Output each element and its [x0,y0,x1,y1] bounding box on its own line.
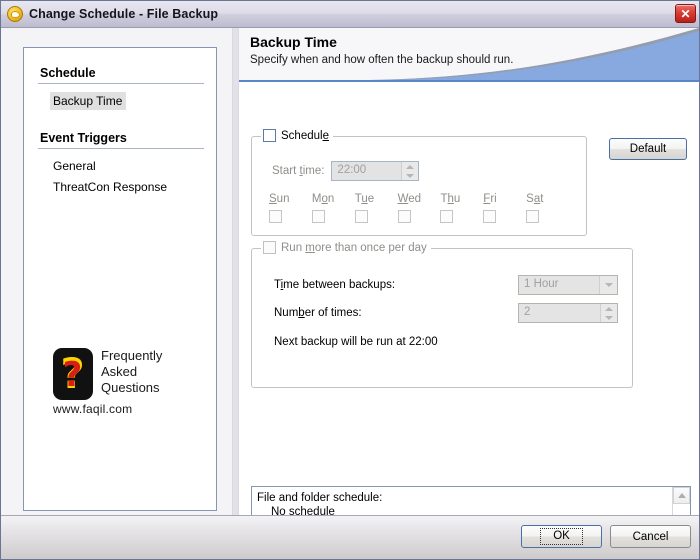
page-subtitle: Specify when and how often the backup sh… [250,54,513,66]
faq-line-1: Frequently [101,348,162,364]
faq-line-3: Questions [101,380,162,396]
right-pane: Backup Time Specify when and how often t… [239,28,699,515]
weekday-thu-checkbox[interactable] [440,210,453,223]
count-spin-down[interactable] [601,313,617,322]
weekday-thu-label: Thu [440,193,483,205]
weekday-thu: Thu [440,193,483,226]
navigation-panel: Schedule Backup Time Event Triggers Gene… [23,47,217,511]
nav-divider-2 [38,148,204,149]
nav-divider-1 [38,83,204,84]
weekday-fri: Fri [483,193,526,226]
change-schedule-dialog: Change Schedule - File Backup ✕ Schedule… [0,0,700,560]
app-hand-icon [7,6,23,22]
weekday-sat-checkbox[interactable] [526,210,539,223]
faq-wordmark: Frequently Asked Questions [101,348,162,396]
weekday-fri-checkbox[interactable] [483,210,496,223]
weekday-sat: Sat [526,193,569,226]
pane-splitter[interactable] [232,28,239,515]
close-icon[interactable]: ✕ [675,4,696,23]
sidebar-item-backup-time[interactable]: Backup Time [50,92,126,110]
weekday-wed: Wed [398,193,441,226]
dialog-footer: OK Cancel [1,515,699,559]
faq-logo[interactable]: ? ? Frequently Asked Questions www.faqil… [53,348,201,416]
start-time-value: 22:00 [332,162,401,180]
nav-heading-event-triggers: Event Triggers [24,131,216,148]
count-label: Number of times: [274,307,518,319]
sidebar-item-threatcon-response[interactable]: ThreatCon Response [50,178,171,196]
weekday-sun-checkbox[interactable] [269,210,282,223]
weekday-sat-label: Sat [526,193,569,205]
interval-label: Time between backups: [274,279,518,291]
repeat-enable-checkbox[interactable] [263,241,276,254]
title-bar: Change Schedule - File Backup ✕ [1,1,699,28]
dialog-body: Schedule Backup Time Event Triggers Gene… [1,28,699,515]
start-time-label: Start time: [272,165,324,177]
ok-button-label: OK [540,528,583,545]
weekday-tue: Tue [355,193,398,226]
schedule-group: Schedule Start time: 22:00 [251,136,587,236]
chevron-down-icon[interactable] [599,276,617,294]
schedule-group-legend: Schedule [261,129,333,142]
ok-button[interactable]: OK [521,525,602,548]
faq-url[interactable]: www.faqil.com [53,402,201,416]
faq-mark-inner: ? [60,356,85,396]
summary-line-1: File and folder schedule: [257,491,672,505]
left-pane: Schedule Backup Time Event Triggers Gene… [1,28,232,515]
count-row: Number of times: 2 [274,303,618,323]
weekday-wed-checkbox[interactable] [398,210,411,223]
weekday-tue-checkbox[interactable] [355,210,368,223]
weekday-mon-label: Mon [312,193,355,205]
question-mark-icon: ? ? [53,348,93,400]
start-time-row: Start time: 22:00 [272,161,419,181]
nav-heading-schedule: Schedule [24,66,216,83]
start-time-spin-buttons[interactable] [401,162,418,180]
count-value: 2 [519,304,600,322]
interval-value: 1 Hour [519,276,599,294]
page-banner: Backup Time Specify when and how often t… [239,28,699,82]
weekday-mon: Mon [312,193,355,226]
cancel-button-label: Cancel [633,531,669,543]
weekday-row: Sun Mon Tue Wed [269,193,569,226]
page-title: Backup Time [250,34,337,50]
count-spin-up[interactable] [601,304,617,313]
start-time-spin-up[interactable] [402,162,418,171]
interval-combobox[interactable]: 1 Hour [518,275,618,295]
start-time-spin-down[interactable] [402,171,418,180]
repeat-group-legend: Run more than once per day [261,241,431,254]
count-spin-buttons[interactable] [600,304,617,322]
default-button[interactable]: Default [609,138,687,160]
cancel-button[interactable]: Cancel [610,525,691,548]
weekday-mon-checkbox[interactable] [312,210,325,223]
repeat-group-legend-label: Run more than once per day [281,242,427,254]
next-run-text: Next backup will be run at 22:00 [274,336,438,348]
window-title: Change Schedule - File Backup [29,7,218,21]
sidebar-item-general[interactable]: General [50,157,100,175]
weekday-sun: Sun [269,193,312,226]
scroll-up-icon[interactable] [673,487,690,504]
weekday-sun-label: Sun [269,193,312,205]
schedule-group-legend-label: Schedule [281,130,329,142]
schedule-enable-checkbox[interactable] [263,129,276,142]
weekday-wed-label: Wed [398,193,441,205]
count-spinner[interactable]: 2 [518,303,618,323]
page-content: Default Schedule Start time: 22:00 [239,82,699,515]
interval-row: Time between backups: 1 Hour [274,275,618,295]
faq-line-2: Asked [101,364,162,380]
start-time-spinner[interactable]: 22:00 [331,161,419,181]
default-button-label: Default [630,143,666,155]
repeat-group: Run more than once per day Time between … [251,248,633,388]
weekday-tue-label: Tue [355,193,398,205]
weekday-fri-label: Fri [483,193,526,205]
